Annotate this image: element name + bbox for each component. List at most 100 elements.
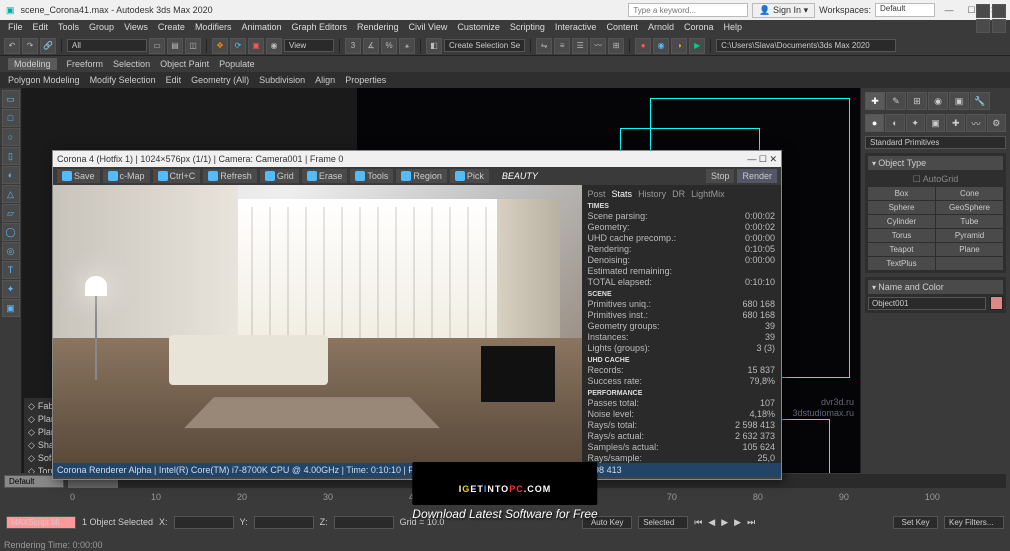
menu-grapheditors[interactable]: Graph Editors (291, 22, 347, 34)
play-icon[interactable]: ▶ (721, 517, 728, 528)
sub-polymodeling[interactable]: Polygon Modeling (8, 75, 80, 85)
vfb-stop-button[interactable]: Stop (706, 169, 735, 183)
vfb-tab-lightmix[interactable]: LightMix (691, 189, 725, 199)
tab-modify-icon[interactable]: ✎ (886, 92, 906, 110)
menu-views[interactable]: Views (124, 22, 148, 34)
tab-display-icon[interactable]: ▣ (949, 92, 969, 110)
lt-cylinder-icon[interactable]: ▯ (2, 147, 20, 165)
name-color-header[interactable]: ▾ Name and Color (868, 280, 1003, 294)
menu-interactive[interactable]: Interactive (555, 22, 597, 34)
ribbon-populate[interactable]: Populate (219, 59, 255, 69)
material-editor-icon[interactable]: ● (635, 38, 651, 54)
lt-teapot-icon[interactable]: ◐ (2, 166, 20, 184)
lt-tube-icon[interactable]: ◎ (2, 242, 20, 260)
menu-help[interactable]: Help (724, 22, 743, 34)
schematic-icon[interactable]: ⊞ (608, 38, 624, 54)
object-name-input[interactable] (868, 297, 986, 310)
sub-align[interactable]: Align (315, 75, 335, 85)
workspace-dropdown[interactable]: Default (875, 3, 935, 17)
ribbon-freeform[interactable]: Freeform (67, 59, 104, 69)
menu-content[interactable]: Content (606, 22, 638, 34)
prim-pyramid[interactable]: Pyramid (936, 229, 1003, 242)
menu-tools[interactable]: Tools (58, 22, 79, 34)
vfb-beauty-dropdown[interactable]: BEAUTY (502, 171, 538, 181)
vfb-tab-post[interactable]: Post (588, 189, 606, 199)
sub-geometry[interactable]: Geometry (All) (191, 75, 249, 85)
project-path[interactable]: C:\Users\Slava\Documents\3ds Max 2020 (716, 39, 896, 52)
search-input[interactable] (628, 3, 748, 17)
lt-light-icon[interactable]: ✦ (2, 280, 20, 298)
vfb-region-button[interactable]: Region (396, 169, 447, 183)
minimize-icon[interactable]: — (939, 5, 959, 15)
menu-arnold[interactable]: Arnold (648, 22, 674, 34)
select-icon[interactable]: ▭ (149, 38, 165, 54)
angle-snap-icon[interactable]: ∡ (363, 38, 379, 54)
scale-icon[interactable]: ▣ (248, 38, 264, 54)
named-sel-icon[interactable]: ◧ (426, 38, 442, 54)
vfb-tab-history[interactable]: History (638, 189, 666, 199)
prim-torus[interactable]: Torus (868, 229, 935, 242)
prim-tube[interactable]: Tube (936, 215, 1003, 228)
vfb-tab-dr[interactable]: DR (672, 189, 685, 199)
selection-filter-dropdown[interactable]: All (67, 39, 147, 52)
placement-icon[interactable]: ◉ (266, 38, 282, 54)
curve-editor-icon[interactable]: 〰 (590, 38, 606, 54)
vfb-titlebar[interactable]: Corona 4 (Hotfix 1) | 1024×576px (1/1) |… (53, 151, 781, 167)
menu-civilview[interactable]: Civil View (409, 22, 448, 34)
play-end-icon[interactable]: ⏭ (747, 517, 755, 528)
play-start-icon[interactable]: ⏮ (694, 517, 702, 528)
sub-modifysel[interactable]: Modify Selection (90, 75, 156, 85)
mirror-icon[interactable]: ⇋ (536, 38, 552, 54)
play-prev-icon[interactable]: ◀ (708, 517, 715, 528)
tab-motion-icon[interactable]: ◉ (928, 92, 948, 110)
coord-y-input[interactable] (254, 516, 314, 529)
sub-properties[interactable]: Properties (345, 75, 386, 85)
vfb-tools-button[interactable]: Tools (350, 169, 393, 183)
ref-coord-dropdown[interactable]: View (284, 39, 334, 52)
prim-plane[interactable]: Plane (936, 243, 1003, 256)
sub-lights-icon[interactable]: ✦ (906, 114, 925, 132)
vfb-render-button[interactable]: Render (737, 169, 777, 183)
object-color-swatch[interactable] (990, 296, 1003, 310)
render-frame-icon[interactable]: ◑ (671, 38, 687, 54)
sub-cameras-icon[interactable]: ▣ (926, 114, 945, 132)
vfb-pick-button[interactable]: Pick (450, 169, 489, 183)
menu-modifiers[interactable]: Modifiers (195, 22, 232, 34)
nav-zoom-icon[interactable] (992, 4, 1006, 18)
render-setup-icon[interactable]: ◉ (653, 38, 669, 54)
lt-sphere-icon[interactable]: ○ (2, 128, 20, 146)
menu-rendering[interactable]: Rendering (357, 22, 399, 34)
menu-edit[interactable]: Edit (33, 22, 49, 34)
redo-icon[interactable]: ↷ (22, 38, 38, 54)
vfb-copy-button[interactable]: Ctrl+C (153, 169, 201, 183)
viewport-nav-icons[interactable] (976, 4, 1006, 33)
lt-camera-icon[interactable]: ▣ (2, 299, 20, 317)
lt-box-icon[interactable]: □ (2, 109, 20, 127)
vfb-render-view[interactable] (53, 185, 582, 463)
menu-group[interactable]: Group (89, 22, 114, 34)
primitive-category-dropdown[interactable]: Standard Primitives (865, 136, 1006, 149)
signin-button[interactable]: 👤 Sign In ▾ (752, 3, 815, 18)
percent-snap-icon[interactable]: % (381, 38, 397, 54)
sub-helpers-icon[interactable]: ✚ (946, 114, 965, 132)
select-name-icon[interactable]: ▤ (167, 38, 183, 54)
ribbon-objectpaint[interactable]: Object Paint (160, 59, 209, 69)
vfb-close-icon[interactable]: ✕ (769, 154, 777, 164)
sub-subdivision[interactable]: Subdivision (259, 75, 305, 85)
prim-sphere[interactable]: Sphere (868, 201, 935, 214)
prim-cone[interactable]: Cone (936, 187, 1003, 200)
viewport[interactable]: ◇Fabric001 ◇Plane006 ◇Plane007 ◇Shape001… (22, 88, 860, 499)
autogrid-checkbox[interactable]: ☐ AutoGrid (868, 172, 1003, 187)
vfb-cmap-button[interactable]: c-Map (103, 169, 150, 183)
nav-pan-icon[interactable] (976, 4, 990, 18)
prim-cylinder[interactable]: Cylinder (868, 215, 935, 228)
prim-textplus[interactable]: TextPlus (868, 257, 935, 270)
ribbon-selection[interactable]: Selection (113, 59, 150, 69)
vfb-min-icon[interactable]: — (747, 154, 756, 164)
prim-box[interactable]: Box (868, 187, 935, 200)
coord-z-input[interactable] (334, 516, 394, 529)
ribbon-modeling[interactable]: Modeling (8, 58, 57, 70)
vfb-tab-stats[interactable]: Stats (612, 189, 633, 199)
sub-edit[interactable]: Edit (166, 75, 182, 85)
link-icon[interactable]: 🔗 (40, 38, 56, 54)
